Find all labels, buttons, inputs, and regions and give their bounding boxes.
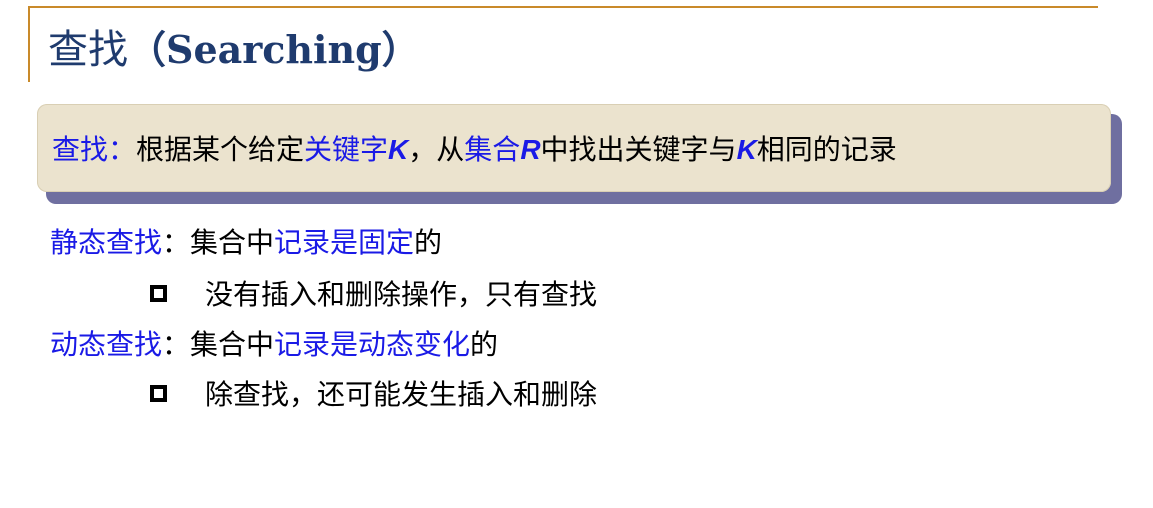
dynamic-search-keyword: 记录是动态变化 [274, 328, 471, 361]
definition-part: 相同的记录 [756, 133, 897, 166]
title-english: （Searching） [128, 27, 420, 72]
definition-text: 查找：根据某个给定关键字K，从集合R中找出关键字与K相同的记录 [52, 128, 897, 172]
definition-keyword: 关键字 [304, 133, 389, 166]
definition-part: ，从 [408, 133, 465, 166]
static-search-heading: 静态查找：集合中记录是固定的 [50, 220, 442, 266]
dynamic-search-text: 的 [470, 328, 499, 361]
static-search-text: 的 [414, 226, 443, 259]
dynamic-search-term: 动态查找 [50, 328, 163, 361]
dynamic-search-heading: 动态查找：集合中记录是动态变化的 [50, 322, 498, 368]
left-rule [28, 6, 30, 82]
square-bullet-icon [150, 384, 167, 402]
definition-part: 根据某个给定 [136, 133, 305, 166]
dynamic-search-bullet: 除查找，还可能发生插入和删除 [150, 372, 597, 418]
static-search-keyword: 记录是固定 [274, 226, 415, 259]
static-search-bullet: 没有插入和删除操作，只有查找 [150, 272, 597, 318]
static-search-term: 静态查找 [50, 226, 163, 259]
square-bullet-icon [150, 284, 167, 302]
title-chinese: 查找 [48, 27, 128, 73]
dynamic-search-bullet-text: 除查找，还可能发生插入和删除 [205, 378, 598, 411]
definition-part: 中找出关键字与 [540, 133, 737, 166]
static-search-bullet-text: 没有插入和删除操作，只有查找 [205, 278, 598, 311]
page-title: 查找（Searching） [48, 20, 420, 80]
definition-term: 查找： [52, 133, 137, 166]
definition-variable: R [520, 134, 541, 165]
definition-variable: K [388, 134, 409, 165]
static-search-text: ：集合中 [162, 226, 275, 259]
definition-variable: K [736, 134, 757, 165]
definition-keyword: 集合 [464, 133, 521, 166]
top-rule [28, 6, 1098, 8]
dynamic-search-text: ：集合中 [162, 328, 275, 361]
